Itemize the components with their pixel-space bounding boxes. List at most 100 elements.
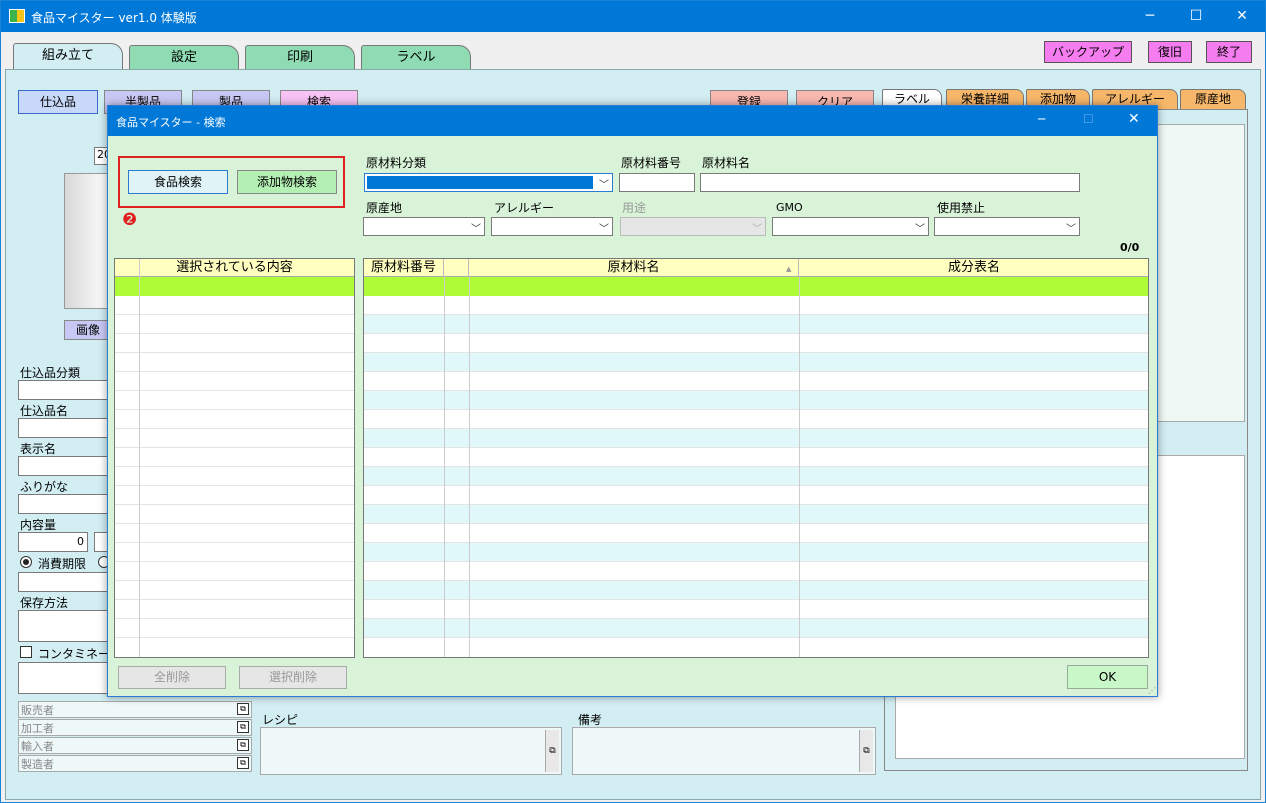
column-material-no[interactable]: 原材料番号 — [364, 259, 444, 277]
column-blank — [444, 259, 469, 277]
category-input[interactable] — [18, 380, 110, 400]
title-bar[interactable]: 食品マイスター ver1.0 体験版 ─ ☐ ✕ — [1, 1, 1265, 32]
selected-list-title: 選択されている内容 — [176, 260, 293, 275]
processor-row[interactable]: 加工者 ⧉ — [18, 719, 252, 736]
field-label-quantity: 内容量 — [20, 518, 57, 532]
allergy-filter-label: アレルギー — [494, 201, 555, 215]
restore-button[interactable]: 復旧 — [1148, 41, 1192, 63]
sort-ascending-icon: ▲ — [786, 265, 792, 273]
selected-list-rows — [115, 296, 354, 656]
contamination-checkbox[interactable] — [20, 646, 32, 658]
manufacturer-label: 製造者 — [21, 758, 54, 771]
material-no-label: 原材料番号 — [621, 156, 682, 170]
origin-filter-label: 原産地 — [366, 201, 403, 215]
dialog-close-button[interactable]: ✕ — [1128, 111, 1140, 127]
recipe-copy-icon[interactable]: ⧉ — [545, 730, 559, 772]
storage-label: 保存方法 — [20, 596, 69, 610]
dialog-title-bar[interactable]: 食品マイスター - 検索 ─ ☐ ✕ — [108, 106, 1157, 136]
importer-copy-icon[interactable]: ⧉ — [237, 739, 249, 751]
name-input[interactable] — [18, 418, 110, 438]
results-table[interactable]: 原材料番号 原材料名 ▲ 成分表名 — [363, 258, 1149, 658]
gmo-filter-select[interactable]: ﹀ — [772, 217, 929, 236]
column-component-name[interactable]: 成分表名 — [799, 259, 1148, 277]
manufacturer-row[interactable]: 製造者 ⧉ — [18, 755, 252, 772]
recipe-label: レシピ — [262, 713, 299, 727]
search-type-highlight: 食品検索 添加物検索 — [118, 156, 345, 208]
origin-filter-select[interactable]: ﹀ — [363, 217, 485, 236]
exit-button[interactable]: 終了 — [1206, 41, 1252, 63]
processor-copy-icon[interactable]: ⧉ — [237, 721, 249, 733]
importer-row[interactable]: 輸入者 ⧉ — [18, 737, 252, 754]
storage-input[interactable] — [18, 610, 110, 642]
delete-selected-button[interactable]: 選択削除 — [239, 666, 347, 689]
dialog-maximize-button[interactable]: ☐ — [1083, 112, 1094, 126]
field-label-category: 仕込品分類 — [20, 366, 81, 380]
usage-filter-label: 用途 — [622, 201, 647, 215]
prohibited-filter-select[interactable]: ﹀ — [934, 217, 1080, 236]
notes-copy-icon[interactable]: ⧉ — [859, 730, 873, 772]
tab-settings[interactable]: 設定 — [129, 45, 239, 71]
search-dialog: 食品マイスター - 検索 ─ ☐ ✕ 食品検索 添加物検索 ❷ 原材料分類 ﹀ … — [107, 105, 1158, 697]
material-name-label: 原材料名 — [702, 156, 751, 170]
dialog-minimize-button[interactable]: ─ — [1038, 112, 1045, 126]
selected-list-header: 選択されている内容 — [115, 259, 354, 277]
field-label-display: 表示名 — [20, 442, 57, 456]
selected-row[interactable] — [115, 277, 354, 296]
image-preview — [64, 173, 112, 309]
contamination-input[interactable] — [18, 662, 110, 694]
results-divider-3 — [799, 277, 800, 657]
seller-label: 販売者 — [21, 704, 54, 717]
results-selected-row[interactable] — [364, 277, 1148, 296]
furigana-input[interactable] — [18, 494, 110, 514]
results-rows — [364, 296, 1148, 656]
processor-label: 加工者 — [21, 722, 54, 735]
expiry-radio[interactable] — [20, 556, 32, 568]
gmo-filter-label: GMO — [776, 201, 803, 214]
notes-label: 備考 — [578, 713, 603, 727]
delete-all-button[interactable]: 全削除 — [118, 666, 226, 689]
image-button[interactable]: 画像 — [64, 320, 112, 340]
results-divider-2 — [469, 277, 470, 657]
material-no-input[interactable] — [619, 173, 695, 192]
step-marker: ❷ — [122, 210, 138, 230]
tab-label[interactable]: ラベル — [361, 45, 471, 71]
maximize-button[interactable]: ☐ — [1173, 1, 1219, 32]
expiry-label: 消費期限 — [38, 557, 87, 571]
result-count: 0/0 — [1120, 241, 1140, 254]
food-search-button[interactable]: 食品検索 — [128, 170, 228, 194]
window-title: 食品マイスター ver1.0 体験版 — [31, 11, 197, 25]
display-name-input[interactable] — [18, 456, 110, 476]
selected-list[interactable]: 選択されている内容 — [114, 258, 355, 658]
results-divider-1 — [444, 277, 445, 657]
quantity-input[interactable]: 0 — [18, 532, 88, 552]
usage-filter-select[interactable]: ﹀ — [620, 217, 766, 236]
dialog-title: 食品マイスター - 検索 — [116, 116, 226, 129]
recipe-textarea[interactable]: ⧉ — [260, 727, 562, 775]
seller-copy-icon[interactable]: ⧉ — [237, 703, 249, 715]
expiry-input[interactable] — [18, 572, 110, 592]
seller-row[interactable]: 販売者 ⧉ — [18, 701, 252, 718]
prohibited-filter-label: 使用禁止 — [937, 201, 986, 215]
tab-print[interactable]: 印刷 — [245, 45, 355, 71]
material-name-input[interactable] — [700, 173, 1080, 192]
notes-textarea[interactable]: ⧉ — [572, 727, 876, 775]
selected-list-column-divider — [139, 259, 140, 657]
tab-assemble[interactable]: 組み立て — [13, 43, 123, 71]
manufacturer-copy-icon[interactable]: ⧉ — [237, 757, 249, 769]
field-label-furigana: ふりがな — [20, 480, 69, 494]
minimize-button[interactable]: ─ — [1127, 1, 1173, 32]
importer-label: 輸入者 — [21, 740, 54, 753]
right-tab-origin[interactable]: 原産地 — [1180, 89, 1246, 109]
results-header: 原材料番号 原材料名 ▲ 成分表名 — [364, 259, 1148, 277]
resize-grip-icon[interactable]: ⋰ — [1148, 686, 1156, 695]
column-material-name[interactable]: 原材料名 — [469, 259, 799, 277]
allergy-filter-select[interactable]: ﹀ — [491, 217, 613, 236]
shikomi-button[interactable]: 仕込品 — [18, 90, 98, 114]
category-filter-select[interactable]: ﹀ — [364, 173, 613, 192]
close-button[interactable]: ✕ — [1219, 1, 1265, 32]
additive-search-button[interactable]: 添加物検索 — [237, 170, 337, 194]
backup-button[interactable]: バックアップ — [1044, 41, 1132, 63]
field-label-name: 仕込品名 — [20, 404, 69, 418]
ok-button[interactable]: OK — [1067, 665, 1148, 689]
app-icon — [9, 9, 25, 23]
